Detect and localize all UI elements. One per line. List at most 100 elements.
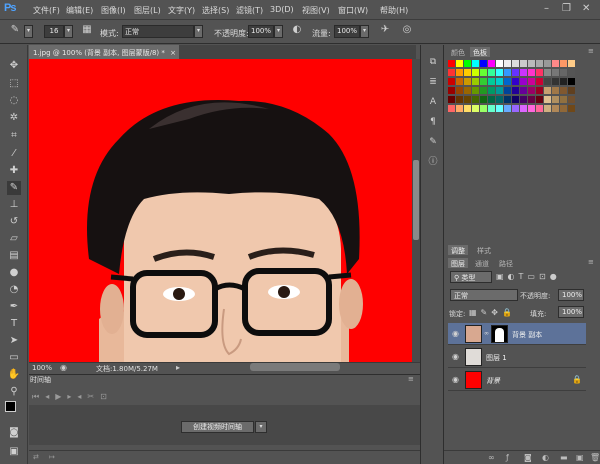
- swatch[interactable]: [568, 87, 575, 94]
- swatches-tab[interactable]: 色板: [470, 47, 490, 57]
- mode-dropdown[interactable]: ▾: [194, 25, 203, 38]
- timeline-convert-icon[interactable]: ⇄: [33, 453, 39, 461]
- opacity-field[interactable]: 100%: [248, 25, 274, 38]
- swatch[interactable]: [504, 60, 511, 67]
- swatches-grid[interactable]: [448, 60, 582, 120]
- hand-tool-icon[interactable]: ✋: [7, 368, 21, 382]
- magic-wand-tool-icon[interactable]: ✲: [7, 111, 21, 125]
- flow-field[interactable]: 100%: [334, 25, 360, 38]
- timeline-tab[interactable]: 时间轴: [30, 375, 51, 385]
- step-forward-icon[interactable]: ▸: [67, 392, 77, 401]
- swatch[interactable]: [536, 60, 543, 67]
- swatch[interactable]: [568, 96, 575, 103]
- swatch[interactable]: [480, 78, 487, 85]
- swatch[interactable]: [488, 96, 495, 103]
- swatch[interactable]: [520, 69, 527, 76]
- swatch[interactable]: [528, 105, 535, 112]
- swatch[interactable]: [448, 96, 455, 103]
- delete-layer-icon[interactable]: 🗑: [590, 453, 600, 462]
- menu-3d[interactable]: 3D(D): [270, 5, 294, 14]
- swatch[interactable]: [560, 69, 567, 76]
- step-back-icon[interactable]: ◂: [45, 392, 55, 401]
- menu-type[interactable]: 文字(Y): [168, 5, 195, 16]
- status-menu-icon[interactable]: ◉: [60, 363, 67, 372]
- menu-view[interactable]: 视图(V): [302, 5, 330, 16]
- dodge-tool-icon[interactable]: ◔: [7, 283, 21, 297]
- add-mask-icon[interactable]: ◙: [524, 453, 532, 462]
- swatch[interactable]: [496, 60, 503, 67]
- visibility-eye-icon[interactable]: ◉: [452, 329, 459, 338]
- swatch[interactable]: [568, 69, 575, 76]
- layer-filter-icons[interactable]: ▣◐T▭⊡●: [496, 272, 561, 281]
- brush-picker-dropdown[interactable]: ▾: [64, 25, 73, 38]
- blur-tool-icon[interactable]: ●: [7, 266, 21, 280]
- swatch[interactable]: [472, 60, 479, 67]
- swatch[interactable]: [560, 78, 567, 85]
- transition-icon[interactable]: ⊡: [100, 392, 113, 401]
- menu-image[interactable]: 图像(I): [101, 5, 126, 16]
- mask-link-icon[interactable]: ∞: [484, 330, 489, 337]
- swatch[interactable]: [568, 105, 575, 112]
- swatch[interactable]: [488, 87, 495, 94]
- visibility-eye-icon[interactable]: ◉: [452, 375, 459, 384]
- swatch[interactable]: [512, 87, 519, 94]
- swatch[interactable]: [456, 105, 463, 112]
- link-layers-icon[interactable]: ∞: [488, 453, 495, 462]
- swatch[interactable]: [480, 69, 487, 76]
- swatch[interactable]: [520, 105, 527, 112]
- layers-menu-icon[interactable]: ≡: [588, 258, 594, 266]
- go-first-icon[interactable]: ⏮: [32, 392, 45, 401]
- swatch[interactable]: [528, 60, 535, 67]
- swatch[interactable]: [464, 105, 471, 112]
- swatch[interactable]: [504, 87, 511, 94]
- swatch[interactable]: [520, 60, 527, 67]
- swatch[interactable]: [520, 87, 527, 94]
- create-timeline-dropdown[interactable]: ▾: [255, 421, 267, 433]
- swatch[interactable]: [544, 87, 551, 94]
- swatch[interactable]: [536, 87, 543, 94]
- swatch[interactable]: [568, 60, 575, 67]
- visibility-eye-icon[interactable]: ◉: [452, 352, 459, 361]
- swatch[interactable]: [448, 78, 455, 85]
- lasso-tool-icon[interactable]: ◌: [7, 94, 21, 108]
- swatch[interactable]: [456, 69, 463, 76]
- channels-tab[interactable]: 通道: [472, 258, 492, 268]
- swatch[interactable]: [504, 78, 511, 85]
- swatch[interactable]: [520, 96, 527, 103]
- swatch[interactable]: [536, 105, 543, 112]
- color-tab[interactable]: 颜色: [448, 47, 468, 57]
- swatch[interactable]: [536, 96, 543, 103]
- layer-row-layer-1[interactable]: ◉ 图层 1: [448, 346, 586, 368]
- swatch[interactable]: [464, 69, 471, 76]
- swatch[interactable]: [448, 60, 455, 67]
- brush-presets-icon[interactable]: ✎: [426, 135, 440, 149]
- layer-style-icon[interactable]: ƒ: [506, 453, 509, 462]
- audio-icon[interactable]: ◂: [77, 392, 87, 401]
- character-panel-icon[interactable]: A: [426, 95, 440, 109]
- swatch[interactable]: [480, 60, 487, 67]
- swatch[interactable]: [560, 87, 567, 94]
- pressure-opacity-icon[interactable]: ◐: [290, 24, 304, 39]
- menu-help[interactable]: 帮助(H): [380, 5, 408, 16]
- swatch[interactable]: [528, 69, 535, 76]
- swatch[interactable]: [512, 69, 519, 76]
- type-tool-icon[interactable]: T: [7, 317, 21, 331]
- new-layer-icon[interactable]: ▣: [576, 453, 584, 462]
- swatch[interactable]: [480, 87, 487, 94]
- swatch[interactable]: [448, 69, 455, 76]
- swatch[interactable]: [488, 78, 495, 85]
- swatch[interactable]: [464, 96, 471, 103]
- timeline-menu-icon[interactable]: ≡: [408, 375, 414, 383]
- swatch[interactable]: [528, 87, 535, 94]
- swatch[interactable]: [520, 78, 527, 85]
- swatch[interactable]: [512, 78, 519, 85]
- properties-panel-icon[interactable]: ≣: [426, 75, 440, 89]
- swatch[interactable]: [496, 69, 503, 76]
- swatch[interactable]: [560, 96, 567, 103]
- swatch[interactable]: [528, 78, 535, 85]
- layer-mask-thumbnail[interactable]: [491, 325, 508, 343]
- swatch[interactable]: [456, 60, 463, 67]
- vertical-scroll-thumb[interactable]: [413, 160, 419, 240]
- swatch[interactable]: [552, 87, 559, 94]
- swatch[interactable]: [464, 87, 471, 94]
